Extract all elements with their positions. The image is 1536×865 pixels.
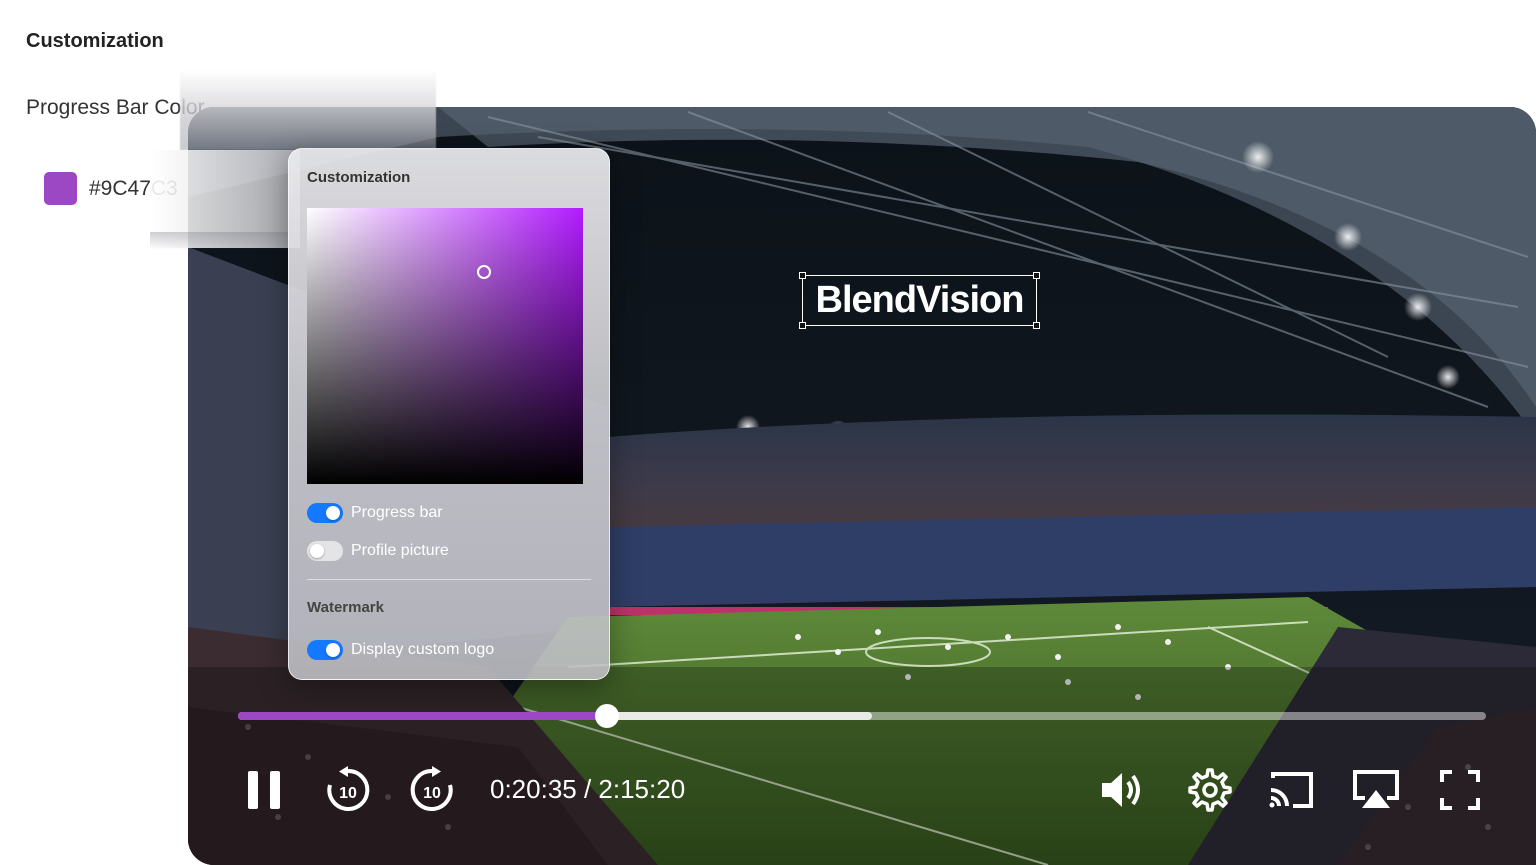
progress-bar[interactable]: [238, 704, 1486, 728]
color-picker-handle[interactable]: [477, 265, 491, 279]
customization-panel: Customization Progress bar Profile pictu…: [288, 148, 610, 680]
volume-icon: [1102, 773, 1140, 807]
resize-handle[interactable]: [1033, 272, 1040, 279]
toggle-switch[interactable]: [307, 640, 343, 660]
watermark-logo-text: BlendVision: [815, 279, 1025, 321]
divider: [307, 579, 591, 580]
color-picker[interactable]: [307, 208, 583, 484]
airplay-icon: [1353, 770, 1399, 808]
toggle-progress-bar[interactable]: Progress bar: [307, 503, 443, 523]
toggle-profile-picture[interactable]: Profile picture: [307, 541, 449, 561]
rewind-10-label: 10: [339, 785, 357, 802]
forward-10-icon: 10: [410, 766, 453, 811]
watermark-logo[interactable]: BlendVision: [799, 272, 1040, 329]
progress-played: [238, 712, 608, 720]
rewind-10-icon: 10: [327, 766, 370, 811]
toggle-display-custom-logo[interactable]: Display custom logo: [307, 640, 494, 660]
fullscreen-button[interactable]: [1432, 764, 1488, 816]
resize-handle[interactable]: [799, 322, 806, 329]
pause-icon: [248, 771, 280, 809]
forward-10-label: 10: [423, 785, 441, 802]
panel-title: Customization: [307, 169, 411, 186]
forward-10-button[interactable]: 10: [404, 764, 460, 816]
resize-handle[interactable]: [1033, 322, 1040, 329]
settings-button[interactable]: [1180, 764, 1236, 816]
toggle-switch[interactable]: [307, 503, 343, 523]
volume-button[interactable]: [1094, 764, 1150, 816]
toggle-switch[interactable]: [307, 541, 343, 561]
glass-overlay: [180, 70, 436, 150]
time-display: 0:20:35 / 2:15:20: [490, 774, 686, 804]
toggle-label: Progress bar: [351, 504, 443, 521]
pause-button[interactable]: [236, 764, 292, 816]
glass-shadow: [150, 232, 300, 250]
toggle-label: Display custom logo: [351, 641, 495, 658]
toggle-label: Profile picture: [351, 542, 449, 559]
page-heading: Customization: [26, 30, 164, 52]
cast-button[interactable]: [1264, 764, 1320, 816]
resize-handle[interactable]: [799, 272, 806, 279]
watermark-section-label: Watermark: [307, 599, 384, 616]
settings-icon: [1188, 768, 1232, 812]
airplay-button[interactable]: [1348, 764, 1404, 816]
fullscreen-icon: [1440, 770, 1480, 810]
color-swatch[interactable]: [44, 172, 77, 205]
progress-bar-color-label: Progress Bar Color: [26, 96, 205, 119]
cast-icon: [1269, 772, 1313, 808]
rewind-10-button[interactable]: 10: [320, 764, 376, 816]
